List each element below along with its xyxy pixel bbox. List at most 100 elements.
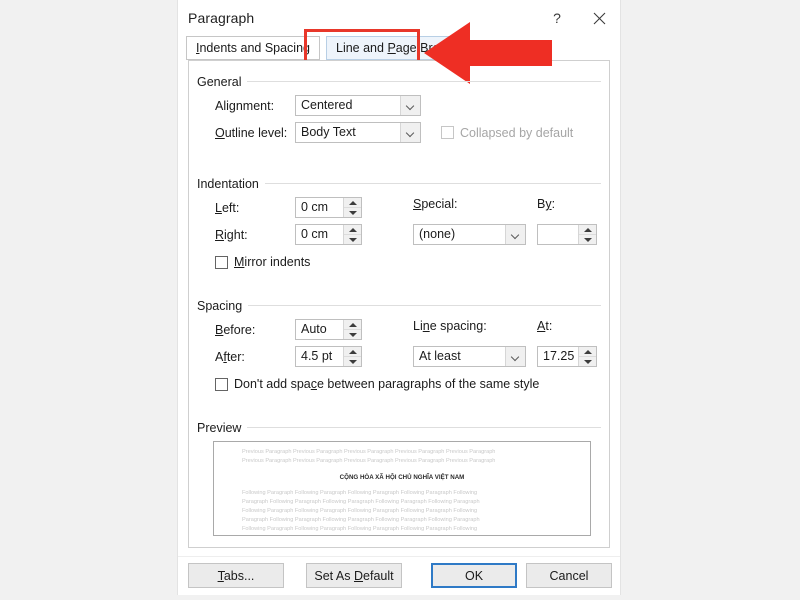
- spacing-before-spinner[interactable]: Auto: [295, 319, 362, 340]
- outline-level-combo[interactable]: Body Text: [295, 122, 421, 143]
- indent-left-spinner[interactable]: 0 cm: [295, 197, 362, 218]
- special-label-row: Special:: [413, 197, 457, 211]
- dont-add-space-checkbox[interactable]: Don't add space between paragraphs of th…: [215, 377, 539, 391]
- collapsed-by-default-checkbox: Collapsed by default: [441, 126, 573, 140]
- tab-indents-and-spacing-label-rest: ndents and Spacing: [199, 41, 310, 55]
- mirror-indents-label: Mirror indents: [234, 255, 311, 269]
- line-spacing-combo[interactable]: At least: [413, 346, 526, 367]
- dialog-title: Paragraph: [188, 10, 255, 26]
- preview-previous-line: Previous Paragraph Previous Paragraph Pr…: [242, 449, 496, 455]
- tab-line-and-page-breaks[interactable]: Line and Page Breaks: [326, 36, 470, 60]
- collapsed-by-default-box: [441, 126, 454, 139]
- field-line-spacing: At least: [413, 346, 526, 367]
- chevron-down-icon[interactable]: [505, 347, 525, 366]
- indent-left-spin-buttons[interactable]: [343, 198, 361, 217]
- set-as-default-button[interactable]: Set As Default: [306, 563, 402, 588]
- mirror-indents-box[interactable]: [215, 255, 228, 269]
- group-general-title: General: [197, 75, 248, 89]
- cancel-button[interactable]: Cancel: [526, 563, 612, 588]
- chevron-down-icon[interactable]: [400, 123, 420, 142]
- field-spacing-before: Before: Auto: [215, 319, 362, 340]
- close-icon[interactable]: [578, 0, 620, 36]
- group-preview: Preview Previous Paragraph Previous Para…: [197, 419, 601, 536]
- spacing-after-spin-buttons[interactable]: [343, 347, 361, 366]
- spinner-up-icon[interactable]: [344, 320, 361, 329]
- at-label-row: At:: [537, 319, 552, 333]
- spinner-down-icon[interactable]: [344, 234, 361, 244]
- spinner-up-icon[interactable]: [344, 225, 361, 234]
- group-preview-rule: [197, 427, 601, 428]
- field-indent-right: Right: 0 cm: [215, 224, 362, 245]
- spacing-before-value: Auto: [301, 322, 327, 336]
- spinner-down-icon[interactable]: [344, 329, 361, 339]
- special-label: Special:: [413, 197, 458, 211]
- tab-indents-and-spacing[interactable]: Indents and Spacing: [186, 36, 320, 60]
- indent-right-spinner[interactable]: 0 cm: [295, 224, 362, 245]
- group-spacing-rule: [197, 305, 601, 306]
- by-spin-buttons[interactable]: [578, 225, 596, 244]
- special-combo[interactable]: (none): [413, 224, 526, 245]
- preview-following-line: Following Paragraph Following Paragraph …: [242, 508, 478, 515]
- outline-level-value: Body Text: [301, 125, 356, 139]
- by-spinner[interactable]: [537, 224, 597, 245]
- dialog-titlebar: Paragraph ?: [178, 0, 620, 36]
- spinner-down-icon[interactable]: [579, 234, 596, 244]
- chevron-down-icon[interactable]: [400, 96, 420, 115]
- alignment-combo[interactable]: Centered: [295, 95, 421, 116]
- group-general: General Alignment: Centered Outline leve…: [197, 73, 601, 143]
- spacing-after-spinner[interactable]: 4.5 pt: [295, 346, 362, 367]
- line-spacing-label: Line spacing:: [413, 319, 487, 333]
- indent-left-label: Left:: [215, 200, 240, 215]
- at-value: 17.25 pt: [543, 349, 578, 363]
- tabs-button[interactable]: Tabs...: [188, 563, 284, 588]
- spinner-up-icon[interactable]: [579, 347, 596, 356]
- line-spacing-label-row: Line spacing:: [413, 319, 487, 333]
- preview-following-line: Following Paragraph Following Paragraph …: [242, 526, 478, 533]
- spinner-down-icon[interactable]: [344, 356, 361, 366]
- paragraph-dialog: Paragraph ? Indents and Spacing Line and…: [178, 0, 620, 595]
- by-value: [538, 225, 578, 244]
- outline-level-label: Outline level:: [215, 125, 288, 140]
- group-preview-title: Preview: [197, 421, 248, 435]
- tab-panel: General Alignment: Centered Outline leve…: [188, 60, 610, 548]
- collapsed-by-default-label: Collapsed by default: [460, 125, 574, 140]
- field-outline-level: Outline level: Body Text Collapsed by de…: [215, 122, 573, 143]
- help-icon[interactable]: ?: [536, 0, 578, 36]
- dont-add-space-box[interactable]: [215, 377, 228, 391]
- by-label: By:: [537, 197, 556, 211]
- preview-following-line: Paragraph Following Paragraph Following …: [242, 517, 480, 524]
- chevron-down-icon[interactable]: [505, 225, 525, 244]
- dont-add-space-label: Don't add space between paragraphs of th…: [234, 377, 540, 391]
- spacing-after-value: 4.5 pt: [301, 349, 333, 363]
- spinner-up-icon[interactable]: [579, 225, 596, 234]
- special-value: (none): [419, 227, 456, 241]
- indent-right-value: 0 cm: [301, 227, 329, 241]
- spacing-after-label: After:: [215, 349, 245, 364]
- ok-button[interactable]: OK: [431, 563, 517, 588]
- field-spacing-after: After: 4.5 pt: [215, 346, 362, 367]
- indent-right-label: Right:: [215, 227, 248, 242]
- field-indent-left: Left: 0 cm: [215, 197, 362, 218]
- indent-right-spin-buttons[interactable]: [343, 225, 361, 244]
- titlebar-buttons: ?: [536, 0, 620, 36]
- by-label-row: By:: [537, 197, 555, 211]
- field-special: (none): [413, 224, 526, 245]
- group-spacing-title: Spacing: [197, 299, 249, 313]
- group-indentation: Indentation Left: 0 cm Right: 0 cm Speci…: [197, 175, 601, 269]
- field-at: 17.25 pt: [537, 346, 597, 367]
- spacing-before-label: Before:: [215, 322, 256, 337]
- spacing-before-spin-buttons[interactable]: [343, 320, 361, 339]
- spinner-down-icon[interactable]: [579, 356, 596, 366]
- field-alignment: Alignment: Centered: [215, 95, 421, 116]
- group-indentation-title: Indentation: [197, 177, 265, 191]
- spinner-down-icon[interactable]: [344, 207, 361, 217]
- at-spinner[interactable]: 17.25 pt: [537, 346, 597, 367]
- spinner-up-icon[interactable]: [344, 347, 361, 356]
- preview-previous-line: Previous Paragraph Previous Paragraph Pr…: [242, 458, 496, 465]
- group-general-rule: [197, 81, 601, 82]
- mirror-indents-checkbox[interactable]: Mirror indents: [215, 255, 310, 269]
- group-spacing: Spacing Before: Auto After: 4.5 pt Line …: [197, 297, 601, 391]
- at-spin-buttons[interactable]: [578, 347, 596, 366]
- spinner-up-icon[interactable]: [344, 198, 361, 207]
- at-label: At:: [537, 319, 553, 333]
